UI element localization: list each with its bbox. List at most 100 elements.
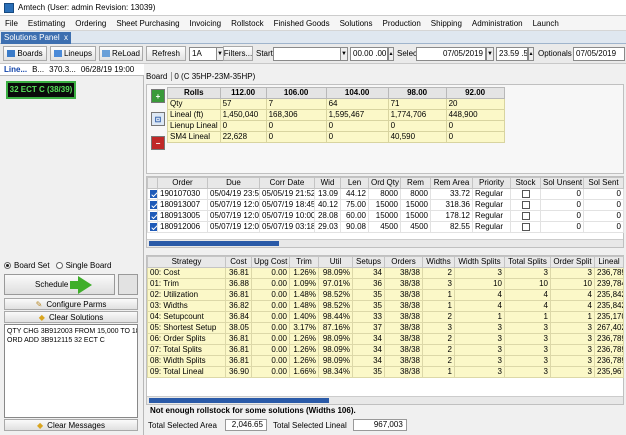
strategy-row[interactable]: 06: Order Splits 36.81 0.00 1.26% 98.09% 34 38… [147,333,624,345]
strategy-row[interactable]: 03: Widths 36.82 0.00 1.48% 98.52% 35 38/38 1 4 4… [147,300,624,312]
stock-header[interactable]: Stock [510,177,541,189]
strategy-row[interactable]: 08: Width Splits 36.81 0.00 1.26% 98.09% 34 38… [147,355,624,367]
trim-header[interactable]: Trim [289,256,319,268]
lineal-header[interactable]: Lineal [594,256,624,268]
tab-strip: Solutions Panel x [0,31,626,44]
menu-invoicing[interactable]: Invoicing [185,19,227,28]
scrollbar-thumb[interactable] [149,241,279,246]
order-checkbox[interactable] [150,200,157,209]
schedule-option-button[interactable] [118,274,138,295]
menu-launch[interactable]: Launch [528,19,564,28]
plus-icon[interactable]: + [151,89,165,103]
strategies-scrollbar[interactable] [147,396,623,404]
priority-header[interactable]: Priority [472,177,511,189]
stock-checkbox[interactable] [521,200,530,209]
order-checkbox[interactable] [150,222,157,231]
strategy-row[interactable]: 01: Trim 36.88 0.00 1.09% 97.01% 36 38/38 3 10 10… [147,278,624,290]
strategy-header[interactable]: Strategy [147,256,226,268]
order-checkbox[interactable] [150,211,157,220]
select-time-field[interactable]: 23.59 .59 [496,47,528,61]
menu-ordering[interactable]: Ordering [70,19,111,28]
menu-sheet-purchasing[interactable]: Sheet Purchasing [111,19,184,28]
refresh-button[interactable]: Refresh [146,46,186,61]
menu-production[interactable]: Production [378,19,426,28]
line-column[interactable]: Line... [4,64,27,75]
stock-checkbox[interactable] [521,222,530,231]
messages-box[interactable]: QTY CHG 3B912003 FROM 15,000 TO 18,0 ORD… [4,324,138,418]
stock-checkbox[interactable] [521,189,530,198]
menu-shipping[interactable]: Shipping [426,19,467,28]
widths-header[interactable]: Widths [422,256,455,268]
clear-messages-button[interactable]: ◆ Clear Messages [4,419,138,431]
close-icon[interactable]: x [64,32,68,44]
chevron-down-icon[interactable]: ▼ [340,47,348,61]
corr-date-header[interactable]: Corr Date [259,177,315,189]
len-header[interactable]: Len [340,177,369,189]
wid-header[interactable]: Wid [314,177,341,189]
corrugator-line-tile[interactable]: 32 ECT C (38/39) [6,81,76,99]
strategy-row[interactable]: 04: Setupcount 36.84 0.00 1.40% 98.44% 33 38/3… [147,311,624,323]
order-header[interactable]: Order [157,177,208,189]
board-value[interactable]: 0 (C 35HP-23M-35HP) [171,71,255,81]
shift-select[interactable]: 1A [189,47,217,61]
strategy-row[interactable]: 05: Shortest Setup 38.05 0.00 3.17% 87.16% 37… [147,322,624,334]
minus-icon[interactable]: − [151,136,165,150]
menu-rollstock[interactable]: Rollstock [226,19,268,28]
menu-administration[interactable]: Administration [467,19,528,28]
spinner-icon[interactable]: ▴ [388,47,394,61]
orders-header[interactable]: Orders [384,256,423,268]
num-column[interactable]: 370.3... [49,64,76,75]
cost-header[interactable]: Cost [225,256,252,268]
start-date-field[interactable] [273,47,341,61]
upg-cost-header[interactable]: Upg Cost [251,256,290,268]
datetime-column[interactable]: 06/28/19 19:00 [81,64,134,75]
menu-estimating[interactable]: Estimating [23,19,70,28]
stock-checkbox[interactable] [521,211,530,220]
due-header[interactable]: Due [207,177,260,189]
optionals-date-field[interactable]: 07/05/2019 [573,47,625,61]
spinner-icon[interactable]: ▴ [528,47,534,61]
sol-sent-header[interactable]: Sol Sent [583,177,624,189]
schedule-button[interactable]: Schedule [4,274,115,295]
select-date-field[interactable]: 07/05/2019 [416,47,486,61]
table-row[interactable]: 180913007 05/07/19 12:00 05/07/19 18:45 … [147,199,624,211]
total-splits-header[interactable]: Total Splits [504,256,551,268]
order-checkbox[interactable] [150,189,157,198]
link-icon[interactable]: ⊡ [151,112,165,126]
strategy-row[interactable]: 00: Cost 36.81 0.00 1.26% 98.09% 34 38/38 2 3 3 3 2… [147,267,624,279]
menu-solutions[interactable]: Solutions [335,19,378,28]
clear-solutions-button[interactable]: ◆ Clear Solutions [4,311,138,323]
strategy-row[interactable]: 07: Total Splits 36.81 0.00 1.26% 98.09% 34 38… [147,344,624,356]
lineups-button[interactable]: Lineups [50,46,96,61]
order-split-header[interactable]: Order Split [550,256,595,268]
setups-header[interactable]: Setups [352,256,385,268]
orders-scrollbar[interactable] [147,239,623,247]
boards-button[interactable]: Boards [3,46,47,61]
strategy-row[interactable]: 02: Utilization 36.81 0.00 1.48% 98.52% 35 38/… [147,289,624,301]
width-splits-header[interactable]: Width Splits [454,256,505,268]
menu-finished-goods[interactable]: Finished Goods [269,19,335,28]
reload-button[interactable]: ReLoad [99,46,143,61]
table-row[interactable]: 190107030 05/04/19 23:59 05/05/19 21:52 … [147,188,624,200]
tab-solutions-panel[interactable]: Solutions Panel x [1,32,71,44]
cell: 448,900 [445,109,505,121]
rem-header[interactable]: Rem [400,177,431,189]
start-time-field[interactable]: 00.00 .00 [350,47,388,61]
strategy-row[interactable]: 09: Total Lineal 36.90 0.00 1.66% 98.34% 35 38… [147,366,624,378]
table-row[interactable]: 180912006 05/07/19 12:00 05/07/19 03:18 … [147,221,624,233]
b-column[interactable]: B... [32,64,44,75]
scrollbar-thumb[interactable] [149,398,329,403]
rem-area-header[interactable]: Rem Area [430,177,473,189]
cell: 0 [325,120,389,132]
ord-qty-header[interactable]: Ord Qty [368,177,401,189]
configure-parms-button[interactable]: ✎ Configure Parms [4,298,138,310]
strategy-cell: 10 [454,278,505,290]
table-row[interactable]: 180913005 05/07/19 12:00 05/07/19 10:00 … [147,210,624,222]
filters-button[interactable]: Filters... [223,46,253,61]
single-board-radio[interactable] [55,262,63,269]
menu-file[interactable]: File [0,19,23,28]
sol-unsent-header[interactable]: Sol Unsent [540,177,584,189]
chevron-down-icon[interactable]: ▼ [486,47,494,61]
board-set-radio[interactable] [4,262,11,269]
util-header[interactable]: Util [318,256,353,268]
